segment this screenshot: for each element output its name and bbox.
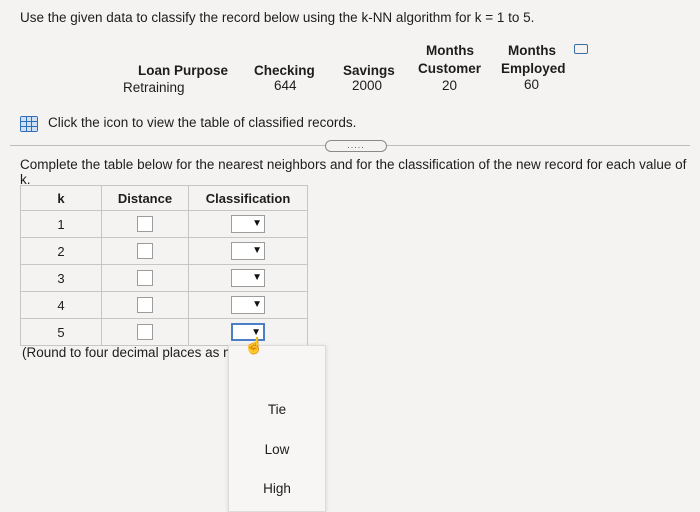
value-months-customer: 20: [442, 78, 458, 93]
dropdown-option-high[interactable]: High: [229, 481, 325, 496]
header-months-1: Months: [426, 43, 474, 58]
classification-select[interactable]: ▼: [231, 242, 265, 260]
header-months-2: Months: [508, 43, 556, 58]
distance-input[interactable]: [137, 270, 153, 287]
dropdown-arrow-icon: ▼: [252, 272, 262, 283]
table-row: 5 ▼: [20, 318, 308, 346]
classification-select[interactable]: ▼: [231, 215, 265, 233]
dropdown-option-low[interactable]: Low: [229, 442, 325, 457]
dropdown-arrow-icon: ▼: [252, 218, 262, 229]
table-row: 1 ▼: [20, 210, 308, 238]
distance-input[interactable]: [137, 297, 153, 314]
value-loan-purpose: Retraining: [123, 80, 185, 95]
table-icon[interactable]: [20, 116, 38, 132]
rounding-note: (Round to four decimal places as ne: [22, 345, 230, 360]
hand-cursor-icon: ☝: [244, 338, 264, 355]
k-value: 3: [20, 264, 102, 292]
classification-select[interactable]: ▼: [231, 296, 265, 314]
header-loan-purpose: Loan Purpose: [138, 63, 229, 78]
col-header-classification: Classification: [188, 185, 308, 211]
header-savings: Savings: [343, 63, 395, 78]
header-customer: Customer: [418, 61, 482, 76]
knn-table: k Distance Classification 1 ▼ 2 ▼ 3 ▼ 4 …: [20, 185, 308, 346]
header-checking: Checking: [254, 63, 315, 78]
distance-input[interactable]: [137, 324, 153, 341]
value-checking: 644: [274, 78, 297, 93]
k-value: 4: [20, 291, 102, 319]
dropdown-arrow-icon: ▼: [252, 245, 262, 256]
classification-dropdown-menu: Tie Low High: [228, 345, 326, 512]
table-row: 4 ▼: [20, 291, 308, 319]
distance-input[interactable]: [137, 216, 153, 233]
table-row: 3 ▼: [20, 264, 308, 292]
header-employed: Employed: [501, 61, 566, 76]
complete-instruction: Complete the table below for the nearest…: [20, 157, 687, 187]
instruction-text: Use the given data to classify the recor…: [20, 10, 535, 25]
k-value: 1: [20, 210, 102, 238]
k-value: 5: [20, 318, 102, 346]
col-header-k: k: [20, 185, 102, 211]
k-value: 2: [20, 237, 102, 265]
copy-icon[interactable]: [574, 44, 588, 54]
classification-select[interactable]: ▼: [231, 269, 265, 287]
table-row: 2 ▼: [20, 237, 308, 265]
value-savings: 2000: [352, 78, 383, 93]
distance-input[interactable]: [137, 243, 153, 260]
dropdown-option-tie[interactable]: Tie: [229, 402, 325, 417]
dropdown-arrow-icon: ▼: [252, 299, 262, 310]
click-icon-text: Click the icon to view the table of clas…: [48, 115, 357, 130]
expand-button[interactable]: .....: [325, 140, 387, 152]
col-header-distance: Distance: [101, 185, 189, 211]
value-months-employed: 60: [524, 77, 540, 92]
